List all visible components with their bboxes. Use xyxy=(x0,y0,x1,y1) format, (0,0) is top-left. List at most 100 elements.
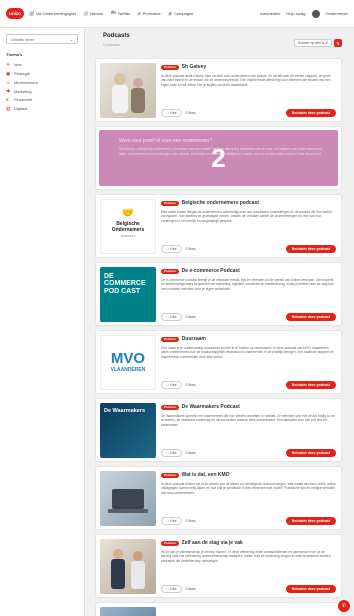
sidebar-heading: Thema's xyxy=(6,52,23,57)
card-title[interactable]: Sh Gatvey xyxy=(182,64,206,71)
nav-item-promoties[interactable]: ◈ Promoties xyxy=(137,11,161,17)
podcast-badge: Podcast xyxy=(161,404,179,410)
discover-select[interactable]: Ontdek meer ⌄ xyxy=(6,34,78,44)
card-header: Podcast Wat is dat, een KMO xyxy=(161,472,336,479)
sidebar-item-label: Strategie xyxy=(14,71,31,77)
card-description: Wat kies je: zelfstandig ondernemen of w… xyxy=(119,147,322,156)
bulb-icon: ☀ xyxy=(6,61,11,67)
like-label: Like xyxy=(170,111,177,115)
like-button[interactable]: ♡ Like xyxy=(161,245,182,253)
podcast-card: Podcast Zelf aan de slag via je vak Wil j… xyxy=(95,534,342,598)
listen-button[interactable]: Beluister deze podcast xyxy=(285,109,336,117)
like-button[interactable]: ♡ Like xyxy=(161,109,182,117)
like-label: Like xyxy=(170,451,177,455)
card-title[interactable]: Zelf aan de slag via je vak xyxy=(182,540,243,547)
like-button[interactable]: ♡ Like xyxy=(161,585,182,593)
card-body: Podcast Wat is dat, een KMO In deze podca… xyxy=(161,472,336,495)
user-name[interactable]: Ondernemer xyxy=(326,11,348,16)
podcast-card-highlighted: Werk voor jezelf of voor een ondernemer?… xyxy=(95,126,342,190)
chevron-down-icon: ⌄ xyxy=(69,36,73,42)
sidebar-item-label: Digitaal xyxy=(14,106,28,112)
card-title[interactable]: Belgische ondernemers podcast xyxy=(182,200,259,207)
sidebar-item-strategie[interactable]: ▣ Strategie xyxy=(6,69,78,78)
podcast-thumbnail[interactable]: MVO VLAANDEREN xyxy=(100,335,156,390)
euro-icon: € xyxy=(6,97,9,103)
card-title[interactable]: De e-commerce Podcast xyxy=(182,268,240,275)
sort-icon: ⇅ xyxy=(336,40,340,46)
sort-select[interactable]: Sorteer op titel A–Z xyxy=(294,39,332,47)
nav-item-nieuws[interactable]: ▤ Nieuws xyxy=(83,11,103,17)
card-title[interactable]: Wat is dat, een KMO xyxy=(182,472,230,479)
podcast-thumbnail[interactable] xyxy=(100,471,156,526)
card-header: Podcast Zelf aan de slag via je vak xyxy=(161,540,336,547)
podcast-thumbnail[interactable] xyxy=(100,63,156,118)
nav-item-campagne[interactable]: ◉ Campagne xyxy=(168,11,194,17)
card-title[interactable]: De Waarmakers Podcast xyxy=(182,404,240,411)
like-label: Like xyxy=(170,519,177,523)
nav-item-gids[interactable]: ▦ Uw Ondernemingsgids xyxy=(29,11,76,17)
sort-direction-button[interactable]: ⇅ xyxy=(334,39,342,47)
nav-label: Nieuws xyxy=(89,11,104,16)
sidebar-item-marketing[interactable]: ◀ Marketing xyxy=(6,87,78,96)
thumbnail-subtitle: VLAANDEREN xyxy=(110,367,146,373)
login-link[interactable]: Aanmelden xyxy=(260,11,280,16)
like-button[interactable]: ♡ Like xyxy=(161,313,182,321)
card-header: Podcast Belgische ondernemers podcast xyxy=(161,200,336,207)
card-description: Wil je van je vakmanschap je beroep make… xyxy=(161,549,331,563)
nav-label: Campagne xyxy=(173,11,194,16)
podcast-thumbnail[interactable] xyxy=(100,539,156,594)
podcast-thumbnail[interactable] xyxy=(100,607,156,616)
like-count: 2 likes xyxy=(185,587,196,591)
chat-icon: ✆ xyxy=(341,603,347,609)
listen-button[interactable]: Beluister deze podcast xyxy=(285,313,336,321)
nav-item-netfist[interactable]: ⛟ Netfist xyxy=(110,10,130,17)
card-body: Podcast Belgische ondernemers podcast Elk… xyxy=(161,200,336,223)
sidebar-item-medewerkers[interactable]: ☺ Medewerkers xyxy=(6,78,78,86)
like-button[interactable]: ♡ Like xyxy=(161,517,182,525)
like-button[interactable]: ♡ Like xyxy=(161,381,182,389)
like-button[interactable]: ♡ Like xyxy=(161,449,182,457)
avatar[interactable] xyxy=(311,9,320,18)
sidebar-item-label: Marketing xyxy=(14,88,32,94)
listen-button[interactable]: Beluister deze podcast xyxy=(285,517,336,525)
top-nav-links: ▦ Uw Ondernemingsgids ▤ Nieuws ⛟ Netfist ◈ P… xyxy=(29,10,194,17)
card-description: In deze podcast deelt Gatvey haar verhaa… xyxy=(161,73,331,87)
help-link[interactable]: Hulp nodig xyxy=(286,11,305,16)
podcast-badge: Podcast xyxy=(161,268,179,274)
top-navigation-bar: unizo ▦ Uw Ondernemingsgids ▤ Nieuws ⛟ Netf… xyxy=(0,0,354,28)
sidebar-item-financieel[interactable]: € Financieel xyxy=(6,96,78,104)
highlight-overlay[interactable]: Werk voor jezelf of voor een ondernemer?… xyxy=(99,130,338,186)
sidebar-item-idee[interactable]: ☀ Idee xyxy=(6,60,78,69)
like-label: Like xyxy=(170,315,177,319)
like-count: 2 likes xyxy=(185,111,196,115)
listen-button[interactable]: Beluister deze podcast xyxy=(285,585,336,593)
unizo-logo[interactable]: unizo xyxy=(6,8,24,19)
listen-button[interactable]: Beluister deze podcast xyxy=(285,245,336,253)
card-header: Podcast Duurzaam xyxy=(161,336,336,343)
people-photo-icon xyxy=(112,73,145,113)
help-chat-button[interactable]: ✆ xyxy=(338,600,350,612)
card-body: Podcast De Waarmakers Podcast De Waarmake… xyxy=(161,404,336,427)
card-title[interactable]: Duurzaam xyxy=(182,336,206,343)
card-description: De e-commerce podcast brengt je de nieuw… xyxy=(161,277,334,291)
thumbnail-title: De Waarmakers xyxy=(104,408,146,414)
thumbnail-title: DE COMMERCE POD CAST xyxy=(104,273,146,295)
card-title: Werk voor jezelf of voor een ondernemer? xyxy=(119,138,213,144)
card-header: Podcast De Waarmakers Podcast xyxy=(161,404,336,411)
listen-button[interactable]: Beluister deze podcast xyxy=(285,449,336,457)
tag-icon: ◈ xyxy=(136,10,141,17)
podcast-thumbnail[interactable]: 🤝 Belgische Ondernemers PODCAST xyxy=(100,199,156,254)
card-body: Podcast De e-commerce Podcast De e-commer… xyxy=(161,268,336,291)
podcast-card: Podcast Sh Gatvey In deze podcast deelt G… xyxy=(95,58,342,122)
listen-button[interactable]: Beluister deze podcast xyxy=(285,381,336,389)
podcast-badge: Podcast xyxy=(161,200,179,206)
card-footer: ♡ Like 2 likes Beluister deze podcast xyxy=(161,245,336,253)
sidebar-item-digitaal[interactable]: ▥ Digitaal xyxy=(6,104,78,113)
like-label: Like xyxy=(170,247,177,251)
podcast-thumbnail[interactable]: De Waarmakers xyxy=(100,403,156,458)
podcast-thumbnail[interactable]: DE COMMERCE POD CAST xyxy=(100,267,156,322)
like-count: 2 likes xyxy=(185,315,196,319)
truck-icon: ⛟ xyxy=(110,10,117,16)
podcast-card: 🤝 Belgische Ondernemers PODCAST Podcast B… xyxy=(95,194,342,258)
shop-icon: ▥ xyxy=(6,105,11,111)
